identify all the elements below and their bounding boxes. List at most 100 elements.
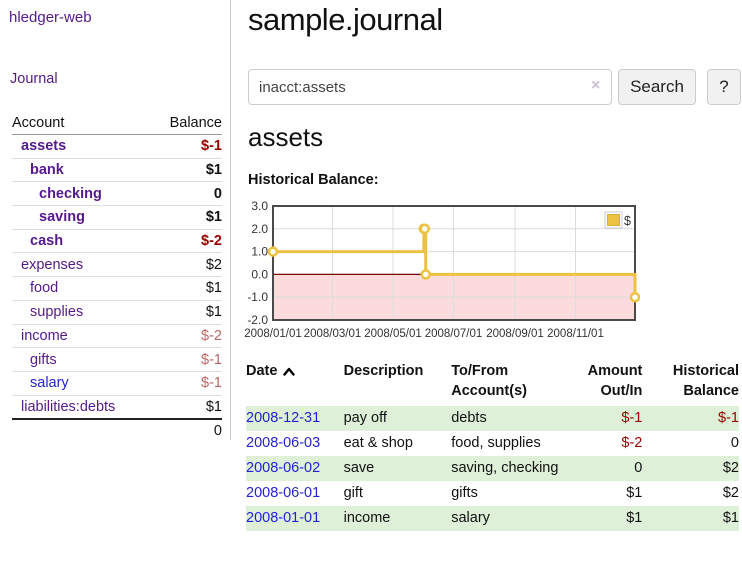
y-tick-label: 2.0: [251, 222, 268, 236]
x-tick-label: 2008/05/01: [364, 328, 422, 340]
transaction-date-link[interactable]: 2008-12-31: [246, 410, 320, 426]
transaction-amount: $-1: [574, 406, 642, 431]
account-balance: $-1: [201, 138, 222, 154]
register-header-to-from-account-s-: To/From Account(s): [451, 360, 574, 406]
account-link-cash[interactable]: cash: [12, 233, 63, 249]
accounts-total-value: 0: [214, 423, 222, 439]
sort-ascending-icon: [283, 367, 295, 376]
account-link-liabilities-debts[interactable]: liabilities:debts: [12, 399, 115, 415]
legend-swatch: [608, 215, 620, 226]
account-row: supplies $1: [12, 300, 222, 324]
account-link-salary[interactable]: salary: [12, 375, 69, 391]
account-balance: $1: [206, 280, 222, 296]
transaction-balance: $2: [642, 456, 739, 481]
transaction-description: save: [344, 456, 452, 481]
account-balance: $1: [206, 162, 222, 178]
account-row: liabilities:debts $1: [12, 395, 222, 419]
account-row: cash$-2: [12, 229, 222, 253]
account-row: gifts $-1: [12, 347, 222, 371]
search-button[interactable]: Search: [618, 69, 696, 105]
brand-link[interactable]: hledger-web: [9, 9, 92, 26]
x-tick-label: 2008/01/01: [244, 328, 302, 340]
data-point-marker: [631, 293, 639, 301]
account-balance: $-1: [201, 352, 222, 368]
account-link-supplies[interactable]: supplies: [12, 304, 83, 320]
y-tick-label: 1.0: [251, 245, 268, 259]
accounts-table-body: assets$-1bank$1checking0saving$1cash$-2e…: [12, 135, 222, 418]
page-title: sample.journal: [248, 2, 443, 38]
account-link-checking[interactable]: checking: [12, 186, 102, 202]
register-row: 2008-12-31pay offdebts$-1$-1: [246, 406, 739, 431]
account-link-food[interactable]: food: [12, 280, 58, 296]
data-point-marker: [269, 248, 277, 256]
account-row: checking 0: [12, 181, 222, 205]
sidebar-item-journal[interactable]: Journal: [10, 71, 58, 87]
balance-column-header: Balance: [170, 115, 222, 131]
register-row: 2008-06-03 eat & shopfood, supplies$-20: [246, 431, 739, 456]
sidebar: hledger-web Journal Account Balance asse…: [0, 0, 231, 440]
account-balance: $1: [206, 304, 222, 320]
y-tick-label: -2.0: [247, 313, 268, 327]
register-header-date[interactable]: Date: [246, 360, 344, 406]
balance-chart-svg: $3.02.01.00.0-1.0-2.02008/01/012008/03/0…: [245, 200, 639, 346]
account-balance: $-1: [201, 375, 222, 391]
account-balance: $-2: [201, 328, 222, 344]
account-balance: $1: [206, 209, 222, 225]
transaction-balance: $1: [642, 506, 739, 531]
search-input[interactable]: [248, 69, 612, 105]
transaction-date-link[interactable]: 2008-06-03: [246, 435, 320, 451]
transaction-balance: $-1: [642, 406, 739, 431]
account-link-gifts[interactable]: gifts: [12, 352, 57, 368]
transaction-amount: $-2: [574, 431, 642, 456]
help-button[interactable]: ?: [707, 69, 741, 105]
transaction-balance: 0: [642, 431, 739, 456]
search-form: × Search ?: [248, 69, 742, 105]
account-link-income[interactable]: income: [12, 328, 68, 344]
register-header-description: Description: [344, 360, 452, 406]
transaction-accounts: food, supplies: [451, 431, 574, 456]
account-heading: assets: [248, 122, 323, 153]
transaction-date-link[interactable]: 2008-06-01: [246, 485, 320, 501]
x-tick-label: 2008/03/01: [304, 328, 362, 340]
transaction-date-link[interactable]: 2008-06-02: [246, 460, 320, 476]
account-link-assets[interactable]: assets: [12, 138, 66, 154]
account-link-bank[interactable]: bank: [12, 162, 64, 178]
register-row: 2008-01-01incomesalary$1$1: [246, 506, 739, 531]
x-tick-label: 2008/07/01: [425, 328, 483, 340]
transaction-accounts: debts: [451, 406, 574, 431]
transaction-balance: $2: [642, 481, 739, 506]
register-header-amount-out-in: Amount Out/In: [574, 360, 642, 406]
data-point-marker: [421, 225, 429, 233]
accounts-total-row: 0: [12, 418, 222, 442]
account-balance: $1: [206, 399, 222, 415]
register-row: 2008-06-02 savesaving, checking0$2: [246, 456, 739, 481]
transaction-accounts: salary: [451, 506, 574, 531]
chart-title: Historical Balance:: [248, 172, 379, 188]
x-tick-label: 2008/09/01: [486, 328, 544, 340]
transaction-amount: $1: [574, 506, 642, 531]
account-balance: 0: [214, 186, 222, 202]
data-point-marker: [422, 270, 430, 278]
balance-chart: $3.02.01.00.0-1.0-2.02008/01/012008/03/0…: [245, 200, 639, 346]
transaction-description: eat & shop: [344, 431, 452, 456]
account-row: assets $-1: [12, 135, 222, 158]
clear-search-icon[interactable]: ×: [591, 77, 600, 95]
y-tick-label: -1.0: [247, 290, 268, 304]
transaction-amount: 0: [574, 456, 642, 481]
y-tick-label: 3.0: [251, 199, 268, 213]
transaction-description: pay off: [344, 406, 452, 431]
account-row: bank $1: [12, 158, 222, 182]
x-tick-label: 2008/11/01: [547, 328, 604, 340]
register-table-header: DateDescriptionTo/From Account(s)Amount …: [246, 360, 739, 406]
account-link-saving[interactable]: saving: [12, 209, 85, 225]
transaction-accounts: gifts: [451, 481, 574, 506]
account-link-expenses[interactable]: expenses: [12, 257, 83, 273]
register-row: 2008-06-01giftgifts$1$2: [246, 481, 739, 506]
account-row: income $-2: [12, 324, 222, 348]
account-row: saving $1: [12, 205, 222, 229]
transaction-amount: $1: [574, 481, 642, 506]
legend-label: $: [624, 214, 631, 228]
transaction-date-link[interactable]: 2008-01-01: [246, 510, 320, 526]
transaction-accounts: saving, checking: [451, 456, 574, 481]
transaction-description: income: [344, 506, 452, 531]
